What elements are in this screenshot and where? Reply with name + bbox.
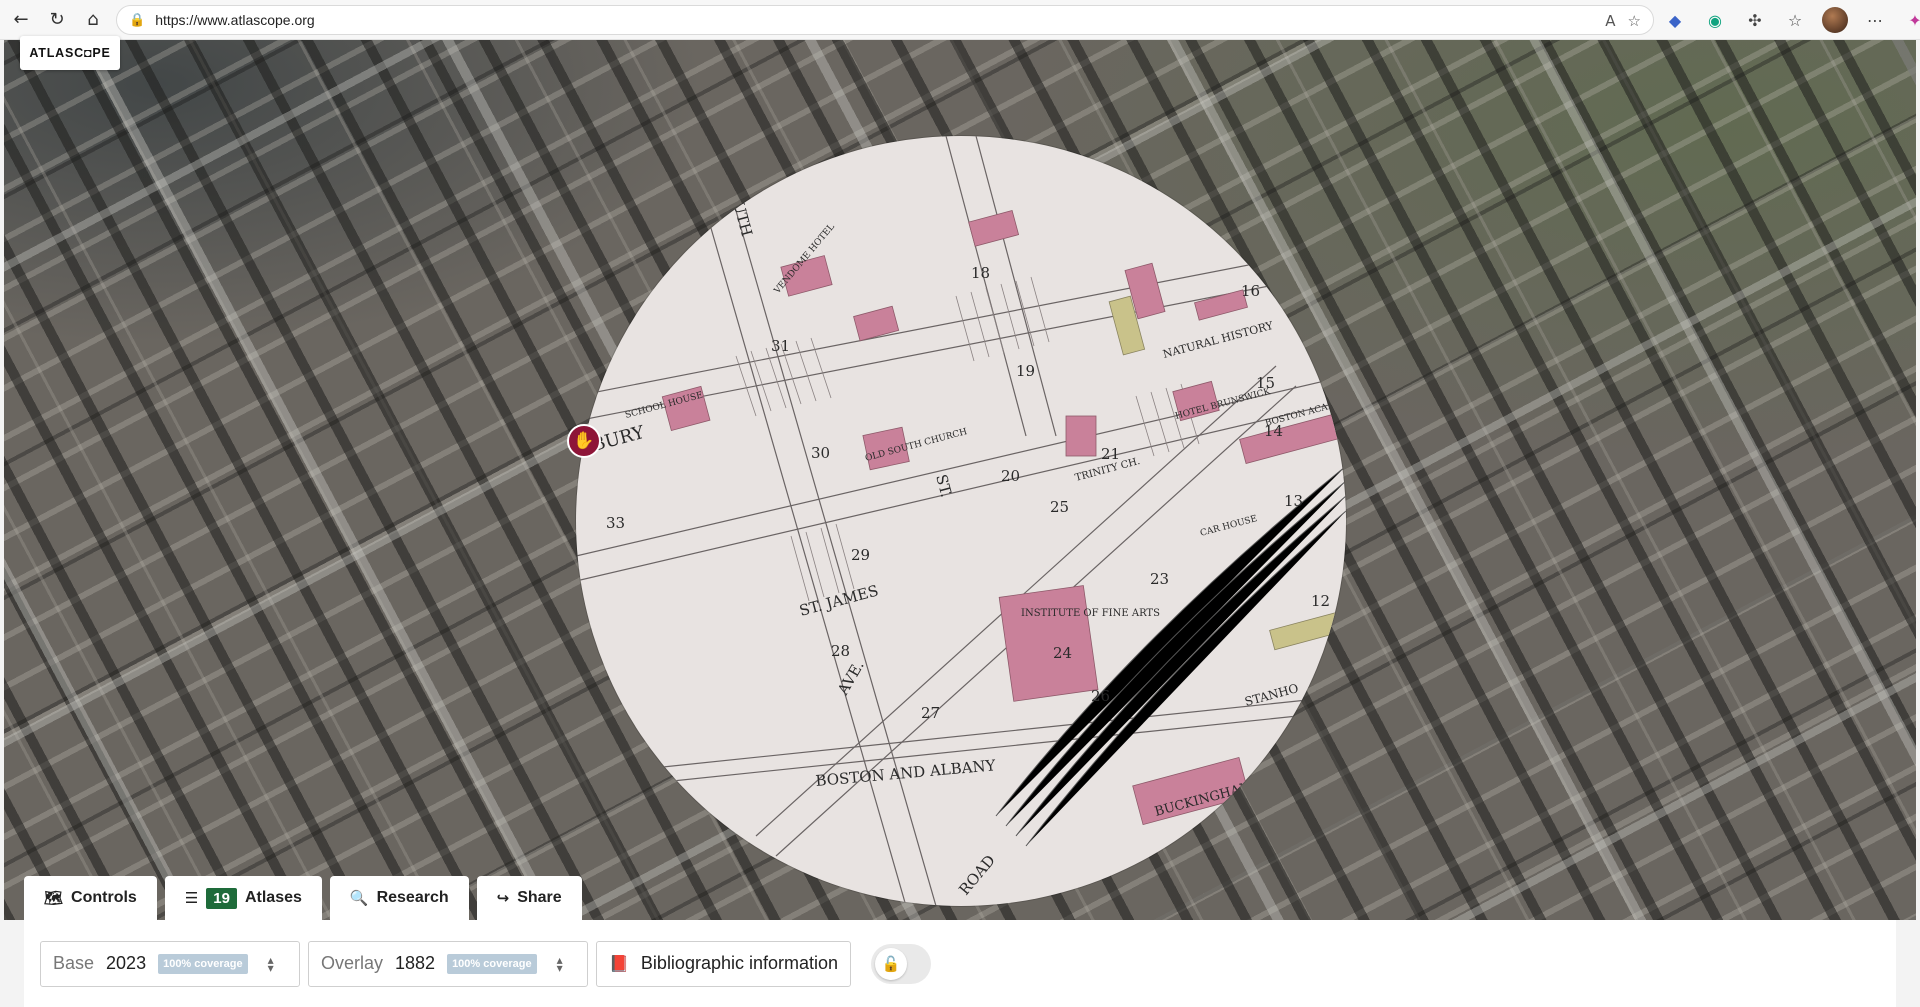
map-label: 25 xyxy=(1050,498,1069,516)
tab-research[interactable]: 🔍 Research xyxy=(329,876,469,920)
more-menu-icon[interactable]: ⋯ xyxy=(1862,7,1888,33)
map-label: NATURAL HISTORY xyxy=(1161,319,1275,361)
extension-icon[interactable]: ◉ xyxy=(1702,7,1728,33)
map-label: CAR HOUSE xyxy=(1199,514,1258,539)
map-label: 19 xyxy=(1016,362,1035,380)
lock-toggle[interactable]: 🔓 xyxy=(871,943,932,984)
bottom-tabs: 🗺 Controls ☰ 19 Atlases 🔍 Research ↪ Sha… xyxy=(24,876,582,920)
search-icon: 🔍 xyxy=(349,889,369,907)
map-label: 27 xyxy=(921,704,940,722)
map-label: 30 xyxy=(811,444,830,462)
tab-label: Controls xyxy=(71,889,137,906)
map-label: ST. xyxy=(932,472,955,499)
coverage-badge: 100% coverage xyxy=(447,953,537,974)
refresh-icon[interactable]: ↻ xyxy=(42,5,72,35)
chevron-updown-icon: ▴ ▾ xyxy=(267,952,274,975)
tab-atlases[interactable]: ☰ 19 Atlases xyxy=(164,876,322,920)
tab-share[interactable]: ↪ Share xyxy=(476,876,582,920)
map-label: 29 xyxy=(851,546,870,564)
lock-icon: 🔒 xyxy=(129,12,146,28)
url-text: https://www.atlascope.org xyxy=(155,12,315,28)
copilot-icon[interactable]: ✦ xyxy=(1902,7,1920,33)
bibliographic-info-button[interactable]: 📕 Bibliographic information xyxy=(596,940,852,987)
atlascope-logo[interactable]: ATLASC◘PE xyxy=(20,36,120,70)
overlay-label: Overlay xyxy=(321,953,384,973)
base-year: 2023 xyxy=(106,953,147,973)
map-label: BOSTON AND ALBANY xyxy=(815,756,997,790)
home-icon[interactable]: ⌂ xyxy=(78,5,108,35)
map-icon: 🗺 xyxy=(44,889,64,907)
extension-icon[interactable]: ◆ xyxy=(1662,7,1688,33)
tab-label: Share xyxy=(517,889,562,906)
map-label: STANHO xyxy=(1243,681,1300,709)
share-icon: ↪ xyxy=(496,889,510,907)
tab-label: Research xyxy=(376,889,449,906)
back-icon[interactable]: ← xyxy=(6,5,36,35)
historic-map-drawing: MOUTH WBURY ST. ST. JAMES AVE. BOSTON AN… xyxy=(576,136,1346,906)
profile-avatar[interactable] xyxy=(1822,7,1848,33)
overlay-year: 1882 xyxy=(395,953,436,973)
map-label: 18 xyxy=(971,264,990,282)
read-aloud-icon[interactable]: A xyxy=(1605,12,1615,30)
map-label: 33 xyxy=(606,514,625,532)
lens-drag-handle-icon[interactable]: ✋ xyxy=(567,424,601,458)
map-label: 21 xyxy=(1101,445,1120,463)
coverage-badge: 100% coverage xyxy=(158,953,248,974)
map-label: 23 xyxy=(1150,570,1169,588)
chevron-updown-icon: ▴ ▾ xyxy=(556,952,563,975)
favorite-star-icon[interactable]: ☆ xyxy=(1628,12,1641,30)
map-label: 24 xyxy=(1053,644,1072,662)
map-label: 13 xyxy=(1284,492,1303,510)
biblio-label: Bibliographic information xyxy=(640,953,839,973)
base-map-select[interactable]: Base 2023 100% coverage ▴ ▾ xyxy=(40,940,300,987)
map-label: ROAD xyxy=(955,851,999,898)
favorites-icon[interactable]: ☆ xyxy=(1782,7,1808,33)
map-label: ST. JAMES xyxy=(797,582,880,620)
tab-label: Atlases xyxy=(244,889,302,906)
map-label: MOUTH xyxy=(722,172,756,238)
book-icon: 📕 xyxy=(609,954,629,973)
map-label: 15 xyxy=(1256,374,1275,392)
base-label: Base xyxy=(53,953,95,973)
unlock-icon: 🔓 xyxy=(875,947,908,980)
browser-toolbar: ← ↻ ⌂ 🔒 https://www.atlascope.org A ☆ ◆ … xyxy=(0,0,1920,40)
historic-map-lens[interactable]: MOUTH WBURY ST. ST. JAMES AVE. BOSTON AN… xyxy=(576,136,1346,906)
map-label: AVE. xyxy=(833,657,867,699)
map-label: 31 xyxy=(771,337,790,355)
map-label: 26 xyxy=(1091,687,1110,705)
map-label: 16 xyxy=(1241,282,1260,300)
map-label: 12 xyxy=(1311,592,1330,610)
overlay-map-select[interactable]: Overlay 1882 100% coverage ▴ ▾ xyxy=(308,940,588,987)
map-label: 28 xyxy=(831,642,850,660)
controls-panel: Base 2023 100% coverage ▴ ▾ Overlay 1882 … xyxy=(24,920,1896,1007)
layers-icon: ☰ xyxy=(184,889,199,907)
tab-controls[interactable]: 🗺 Controls xyxy=(24,876,157,920)
map-label: INSTITUTE OF FINE ARTS xyxy=(1021,608,1160,619)
map-label: 14 xyxy=(1264,422,1283,440)
atlas-count-badge: 19 xyxy=(206,887,237,909)
extensions-puzzle-icon[interactable]: ✣ xyxy=(1742,7,1768,33)
logo-text: ATLASC◘PE xyxy=(29,46,111,60)
map-label: 20 xyxy=(1001,467,1020,485)
address-bar[interactable]: 🔒 https://www.atlascope.org A ☆ xyxy=(116,5,1654,35)
